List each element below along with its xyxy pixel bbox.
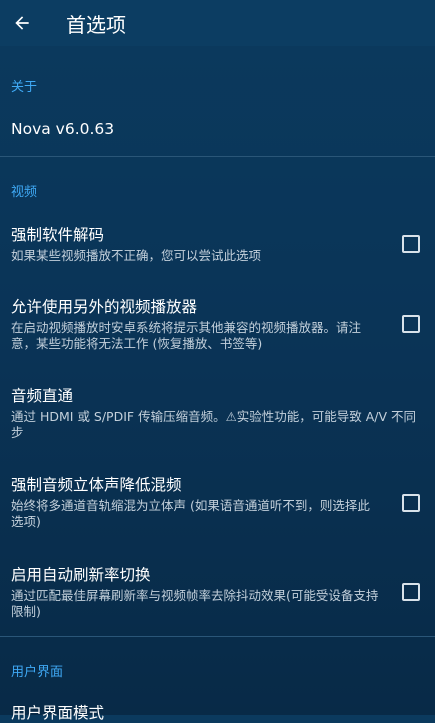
pref-title: 启用自动刷新率切换 (11, 566, 151, 584)
pref-summary: 在启动视频播放时安卓系统将提示其他兼容的视频播放器。请注意，某些功能将无法工作 … (11, 320, 362, 351)
pref-summary: 通过匹配最佳屏幕刷新率与视频帧率去除抖动效果(可能受设备支持限制) (11, 588, 379, 619)
pref-audio-passthrough[interactable]: 音频直通 通过 HDMI 或 S/PDIF 传输压缩音频。⚠实验性功能，可能导致… (11, 386, 435, 441)
version-label: Nova v6.0.63 (11, 120, 115, 138)
section-header-about: 关于 (11, 80, 38, 95)
pref-force-software-decoding[interactable]: 强制软件解码 如果某些视频播放不正确，您可以尝试此选项 (11, 225, 435, 264)
arrow-left-icon (15, 16, 29, 30)
auto-refresh-rate-checkbox[interactable] (402, 583, 420, 601)
app-bar: 首选项 (0, 0, 435, 46)
pref-title: 允许使用另外的视频播放器 (11, 298, 198, 316)
pref-title: 用户界面模式 (11, 704, 105, 722)
pref-summary: 如果某些视频播放不正确，您可以尝试此选项 (11, 248, 262, 263)
pref-title: 强制音频立体声降低混频 (11, 476, 182, 494)
pref-version[interactable]: Nova v6.0.63 (11, 119, 435, 139)
page-title: 首选项 (66, 12, 126, 37)
section-header-video: 视频 (11, 185, 38, 200)
pref-summary: 始终将多通道音轨缩混为立体声 (如果语音通道听不到，则选择此选项) (11, 498, 370, 529)
pref-stereo-downmix[interactable]: 强制音频立体声降低混频 始终将多通道音轨缩混为立体声 (如果语音通道听不到，则选… (11, 475, 435, 530)
divider (0, 156, 435, 157)
alternate-video-player-checkbox[interactable] (402, 315, 420, 333)
pref-summary: 通过 HDMI 或 S/PDIF 传输压缩音频。⚠实验性功能，可能导致 A/V … (11, 409, 417, 440)
pref-alternate-video-player[interactable]: 允许使用另外的视频播放器 在启动视频播放时安卓系统将提示其他兼容的视频播放器。请… (11, 297, 435, 352)
pref-title: 强制软件解码 (11, 226, 105, 244)
section-header-ui: 用户界面 (11, 665, 64, 680)
divider (0, 636, 435, 637)
pref-auto-refresh-rate[interactable]: 启用自动刷新率切换 通过匹配最佳屏幕刷新率与视频帧率去除抖动效果(可能受设备支持… (11, 565, 435, 620)
pref-title: 音频直通 (11, 387, 74, 405)
pref-ui-mode[interactable]: 用户界面模式 (11, 703, 435, 723)
stereo-downmix-checkbox[interactable] (402, 494, 420, 512)
back-button[interactable] (0, 0, 44, 46)
force-software-decoding-checkbox[interactable] (402, 235, 420, 253)
